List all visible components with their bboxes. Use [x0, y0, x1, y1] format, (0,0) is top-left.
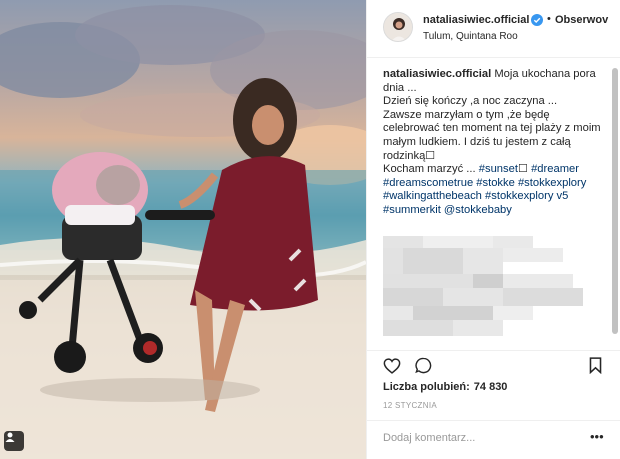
hashtag[interactable]: #stokkexplory [518, 177, 586, 189]
hashtag[interactable]: #sunset [479, 163, 518, 175]
caption-line-2: Dzień się kończy ,a noc zaczyna ... [383, 95, 558, 108]
emoji-placeholder-icon: ☐ [425, 149, 436, 162]
emoji-placeholder-icon: ☐ [517, 163, 528, 176]
scrollbar-thumb[interactable] [612, 68, 618, 334]
comment-input[interactable] [383, 430, 583, 446]
pixelated-comments [383, 236, 591, 346]
author-username[interactable]: nataliasiwiec.official [423, 14, 529, 26]
comment-bar: ••• [367, 420, 620, 459]
action-bar [367, 350, 620, 380]
post-location[interactable]: Tulum, Quintana Roo [423, 31, 518, 42]
post-photo[interactable] [0, 0, 366, 459]
post-sidebar: nataliasiwiec.official • Obserwov Tulum,… [366, 0, 620, 459]
hashtag[interactable]: #walkingatthebeach [383, 190, 482, 202]
likes-label: Liczba polubień: [383, 381, 470, 393]
more-options-icon[interactable]: ••• [590, 429, 604, 444]
follow-button[interactable]: Obserwov [555, 14, 608, 26]
post-header: nataliasiwiec.official • Obserwov Tulum,… [367, 0, 620, 58]
caption-line-3: Zawsze marzyłam o tym ,że będę celebrowa… [383, 108, 601, 162]
likes-value: 74 830 [473, 381, 508, 393]
comment-icon[interactable] [415, 357, 432, 374]
post-date[interactable]: 12 STYCZNIA [383, 401, 437, 410]
hashtag[interactable]: #summerkit [383, 204, 441, 216]
mention[interactable]: @stokkebaby [444, 204, 512, 216]
post-caption: nataliasiwiec.official Moja ukochana por… [383, 68, 605, 218]
like-count[interactable]: Liczba polubień: 74 830 [383, 381, 507, 393]
bookmark-icon[interactable] [589, 357, 602, 374]
caption-username[interactable]: nataliasiwiec.official [383, 68, 491, 80]
verified-badge-icon [531, 14, 543, 26]
beach-scene [0, 5, 366, 459]
avatar[interactable] [383, 12, 413, 42]
hashtag[interactable]: #dreamscometrue [383, 177, 473, 189]
person-tag-icon[interactable] [4, 431, 24, 451]
hashtag[interactable]: #stokke [476, 177, 515, 189]
heart-icon[interactable] [383, 358, 401, 374]
hashtag[interactable]: #dreamer [531, 163, 579, 175]
caption-line-4: Kocham marzyć ... [383, 163, 479, 176]
hashtag[interactable]: #stokkexplory v5 [485, 190, 568, 202]
caption-scrollbar[interactable] [611, 62, 619, 346]
separator-dot: • [547, 13, 551, 25]
